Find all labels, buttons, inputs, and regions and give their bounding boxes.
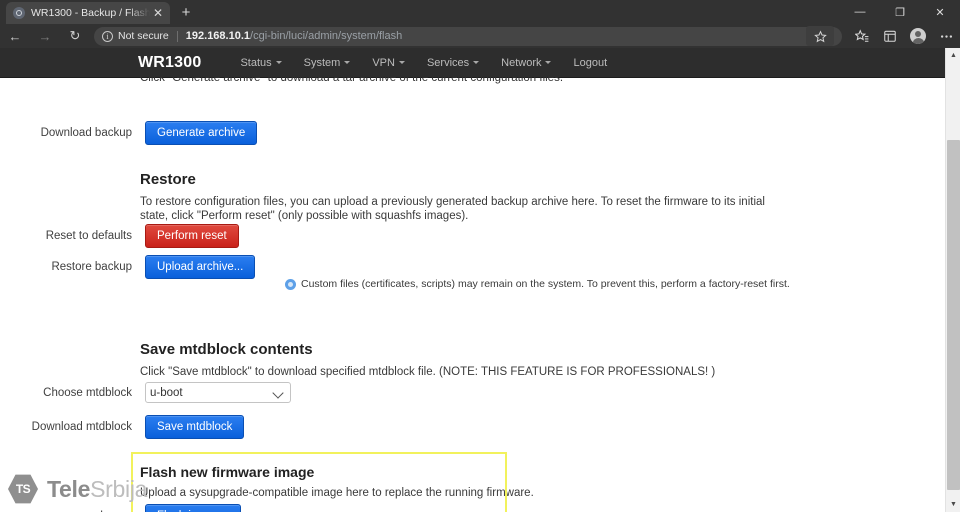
browser-toolbar: ← → ↻ i Not secure 192.168.10.1/cgi-bin/… — [0, 24, 960, 48]
scroll-down-icon[interactable]: ▼ — [946, 497, 960, 512]
omnibox-divider — [177, 31, 178, 42]
favorite-star-icon[interactable] — [806, 26, 834, 46]
save-mtdblock-button[interactable]: Save mtdblock — [145, 415, 244, 439]
scroll-up-icon[interactable]: ▲ — [946, 48, 960, 63]
watermark-text: TeleSrbija — [47, 476, 147, 503]
screenshot-root: WR1300 - Backup / Flash Firmwa ✕ + — ❐ ✕… — [0, 0, 960, 512]
window-controls: — ❐ ✕ — [840, 0, 960, 24]
collections-icon[interactable] — [876, 24, 904, 48]
chevron-down-icon — [473, 61, 479, 64]
forward-button[interactable]: → — [30, 24, 60, 48]
site-brand[interactable]: WR1300 — [138, 54, 201, 72]
reload-button[interactable]: ↻ — [60, 24, 90, 48]
restore-note-text: Custom files (certificates, scripts) may… — [301, 278, 790, 290]
url-path: /cgi-bin/luci/admin/system/flash — [250, 30, 402, 42]
download-backup-label: Download backup — [0, 127, 145, 139]
watermark: TS TeleSrbija — [8, 474, 147, 504]
maximize-button[interactable]: ❐ — [880, 0, 920, 24]
security-status-label: Not secure — [118, 30, 169, 42]
restore-note: Custom files (certificates, scripts) may… — [285, 278, 925, 290]
menu-item-vpn[interactable]: VPN — [361, 57, 416, 69]
minimize-button[interactable]: — — [840, 0, 880, 24]
backup-clipped-text: Click "Generate archive" to download a t… — [140, 77, 840, 89]
upload-archive-button[interactable]: Upload archive... — [145, 255, 255, 279]
choose-mtdblock-label: Choose mtdblock — [0, 387, 145, 399]
url-text: 192.168.10.1/cgi-bin/luci/admin/system/f… — [186, 30, 806, 42]
chevron-down-icon — [276, 61, 282, 64]
choose-mtdblock-row: Choose mtdblock u-boot — [0, 382, 291, 403]
highlight-annotation-box — [131, 452, 507, 512]
restore-backup-row: Restore backup Upload archive... — [0, 255, 255, 279]
site-info-icon[interactable]: i — [102, 31, 113, 42]
browser-chrome: WR1300 - Backup / Flash Firmwa ✕ + — ❐ ✕… — [0, 0, 960, 48]
close-tab-icon[interactable]: ✕ — [150, 5, 166, 21]
menu-label: System — [304, 57, 341, 69]
menu-label: VPN — [372, 57, 395, 69]
menu-label: Logout — [573, 57, 607, 69]
telesrbija-logo-icon: TS — [8, 474, 38, 504]
backup-clipped-label: Click "Generate archive" to download a t… — [140, 77, 563, 84]
mtdblock-select-wrapper: u-boot — [145, 382, 291, 403]
download-mtdblock-row: Download mtdblock Save mtdblock — [0, 415, 244, 439]
restore-heading: Restore — [140, 171, 196, 188]
restore-backup-label: Restore backup — [0, 261, 145, 273]
chevron-down-icon — [545, 61, 551, 64]
menu-item-system[interactable]: System — [293, 57, 362, 69]
profile-icon[interactable] — [904, 24, 932, 48]
settings-more-icon[interactable] — [932, 24, 960, 48]
menu-label: Status — [240, 57, 271, 69]
download-backup-row: Download backup Generate archive — [0, 121, 257, 145]
download-mtdblock-label: Download mtdblock — [0, 421, 145, 433]
reset-defaults-row: Reset to defaults Perform reset — [0, 224, 239, 248]
tab-strip: WR1300 - Backup / Flash Firmwa ✕ + — ❐ ✕ — [0, 0, 960, 24]
menu-item-logout[interactable]: Logout — [562, 57, 618, 69]
page-viewport: WR1300 Status System VPN Services Networ… — [0, 48, 960, 512]
close-window-button[interactable]: ✕ — [920, 0, 960, 24]
reset-to-defaults-label: Reset to defaults — [0, 230, 145, 242]
info-circle-icon — [285, 279, 296, 290]
favicon-icon — [13, 7, 25, 19]
back-button[interactable]: ← — [0, 24, 30, 48]
menu-label: Network — [501, 57, 541, 69]
watermark-name-light: Srbija — [90, 476, 147, 502]
favorites-list-icon[interactable] — [848, 24, 876, 48]
generate-archive-button[interactable]: Generate archive — [145, 121, 257, 145]
mtdblock-select[interactable]: u-boot — [145, 382, 291, 403]
menu-item-services[interactable]: Services — [416, 57, 490, 69]
menu-item-network[interactable]: Network — [490, 57, 562, 69]
mtdblock-heading: Save mtdblock contents — [140, 341, 313, 358]
watermark-name-bold: Tele — [47, 476, 90, 502]
luci-navbar: WR1300 Status System VPN Services Networ… — [0, 48, 945, 78]
url-host: 192.168.10.1 — [186, 30, 250, 42]
mtdblock-description: Click "Save mtdblock" to download specif… — [140, 365, 780, 379]
address-bar[interactable]: i Not secure 192.168.10.1/cgi-bin/luci/a… — [94, 27, 842, 46]
page-scrollbar[interactable]: ▲ ▼ — [945, 48, 960, 512]
new-tab-button[interactable]: + — [176, 3, 196, 23]
browser-tab[interactable]: WR1300 - Backup / Flash Firmwa ✕ — [6, 2, 170, 24]
menu-label: Services — [427, 57, 469, 69]
main-menu: Status System VPN Services Network Logou… — [229, 57, 618, 69]
tab-title: WR1300 - Backup / Flash Firmwa — [31, 7, 150, 19]
chevron-down-icon — [344, 61, 350, 64]
chevron-down-icon — [399, 61, 405, 64]
menu-item-status[interactable]: Status — [229, 57, 292, 69]
restore-description: To restore configuration files, you can … — [140, 195, 775, 223]
avatar — [910, 28, 926, 44]
scrollbar-thumb[interactable] — [947, 140, 960, 490]
perform-reset-button[interactable]: Perform reset — [145, 224, 239, 248]
